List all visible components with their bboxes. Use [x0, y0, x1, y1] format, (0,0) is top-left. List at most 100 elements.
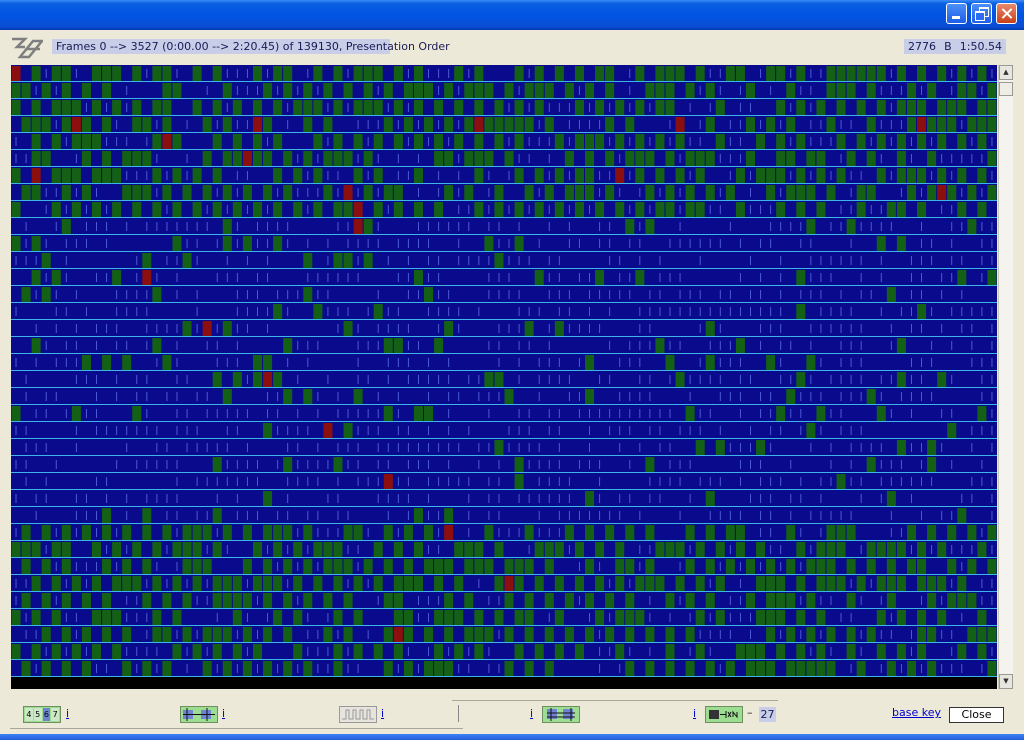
frame-tick	[518, 409, 520, 418]
frame-cell	[252, 372, 263, 387]
frame-cell	[494, 100, 504, 115]
frame-cell	[695, 644, 705, 659]
frame-tick	[749, 290, 751, 299]
frame-cell	[61, 100, 71, 115]
frame-tick	[971, 324, 973, 333]
info-link-3[interactable]: i	[381, 707, 384, 720]
frame-cell	[715, 440, 725, 455]
frame-tick	[991, 443, 993, 452]
vertical-scrollbar[interactable]: ▲ ▼	[998, 65, 1013, 689]
maximize-button[interactable]	[971, 3, 992, 24]
scroll-down-arrow-icon[interactable]: ▼	[999, 674, 1013, 689]
frame-tick	[146, 630, 148, 639]
frame-cell	[162, 593, 172, 608]
frame-grid-canvas[interactable]	[11, 65, 997, 689]
frame-cell	[584, 491, 595, 506]
frame-tick	[558, 528, 560, 537]
frame-type-grid[interactable]	[11, 65, 997, 689]
frame-cell	[605, 151, 615, 166]
frame-tick	[156, 120, 158, 129]
frame-cell	[786, 593, 796, 608]
scrollbar-thumb[interactable]	[999, 82, 1013, 96]
frame-tick	[106, 426, 108, 435]
frame-cell	[323, 83, 333, 98]
frame-tick	[367, 579, 369, 588]
minimize-button[interactable]	[946, 3, 967, 24]
frame-cell	[896, 100, 906, 115]
frame-tick	[599, 409, 601, 418]
frame-tick	[226, 426, 228, 435]
frame-tick	[639, 307, 641, 316]
frame-tick	[458, 120, 460, 129]
frame-cell	[383, 661, 393, 676]
frame-cell	[584, 151, 595, 166]
frame-tick	[347, 222, 349, 231]
frame-tick	[951, 545, 953, 554]
frame-tick	[297, 154, 299, 163]
frame-tick	[448, 460, 450, 469]
frame-numbers-icon[interactable]: 4 5 6 7	[23, 706, 61, 723]
frame-tick	[659, 307, 661, 316]
scroll-up-arrow-icon[interactable]: ▲	[999, 65, 1013, 80]
frame-tick	[709, 103, 711, 112]
frame-cell	[242, 627, 252, 642]
info-link-4[interactable]: i	[530, 707, 533, 720]
frame-cell	[454, 100, 464, 115]
frame-tick	[840, 120, 842, 129]
frame-tick	[870, 205, 872, 214]
frame-tick	[991, 579, 993, 588]
frame-tick	[267, 137, 269, 146]
frame-cell	[957, 576, 967, 591]
frame-tick	[246, 69, 248, 78]
frame-cell	[675, 168, 685, 183]
frame-tick	[428, 443, 430, 452]
row-separator	[11, 302, 997, 303]
frame-tick	[458, 205, 460, 214]
close-window-button[interactable]	[996, 3, 1017, 24]
frame-tick	[196, 290, 198, 299]
frame-cell	[645, 457, 655, 472]
frame-cell	[383, 559, 393, 574]
frame-cell	[504, 661, 514, 676]
frame-cell	[534, 270, 544, 285]
frame-cell	[142, 661, 152, 676]
frame-tick	[307, 239, 309, 248]
frame-cell	[182, 525, 192, 540]
frame-tick	[327, 375, 329, 384]
frame-cell	[796, 270, 806, 285]
frame-tick	[810, 69, 812, 78]
info-link-1[interactable]: i	[66, 707, 69, 720]
info-link-5[interactable]: i	[693, 707, 696, 720]
frame-tick	[256, 307, 258, 316]
frame-cell	[212, 542, 222, 557]
frame-tick	[528, 103, 530, 112]
waveform-icon[interactable]	[339, 706, 377, 723]
info-link-2[interactable]: i	[222, 707, 225, 720]
frame-tick	[206, 477, 208, 486]
frame-cell	[383, 593, 393, 608]
frame-cell	[655, 338, 665, 353]
frame-cell	[826, 66, 836, 81]
frame-cell	[41, 627, 51, 642]
frame-tick	[377, 596, 379, 605]
frame-tick	[830, 273, 832, 282]
frame-cell	[554, 644, 564, 659]
frame-cell	[514, 644, 524, 659]
base-key-link[interactable]: base key	[892, 706, 941, 719]
frame-tick	[347, 443, 349, 452]
frame-cell	[61, 525, 71, 540]
frame-tick	[65, 137, 67, 146]
frame-cell	[132, 117, 142, 132]
frame-tick	[75, 69, 77, 78]
frame-tick	[458, 443, 460, 452]
zoom-frames-icon[interactable]	[180, 706, 218, 723]
reorder-frames-icon[interactable]	[542, 706, 580, 723]
multiply-frames-icon[interactable]	[705, 706, 743, 723]
frame-tick	[35, 511, 37, 520]
frame-tick	[689, 494, 691, 503]
frame-tick	[951, 154, 953, 163]
frame-tick	[770, 477, 772, 486]
count-value[interactable]: 27	[759, 707, 776, 722]
close-button[interactable]: Close	[949, 707, 1004, 723]
frame-tick	[770, 545, 772, 554]
